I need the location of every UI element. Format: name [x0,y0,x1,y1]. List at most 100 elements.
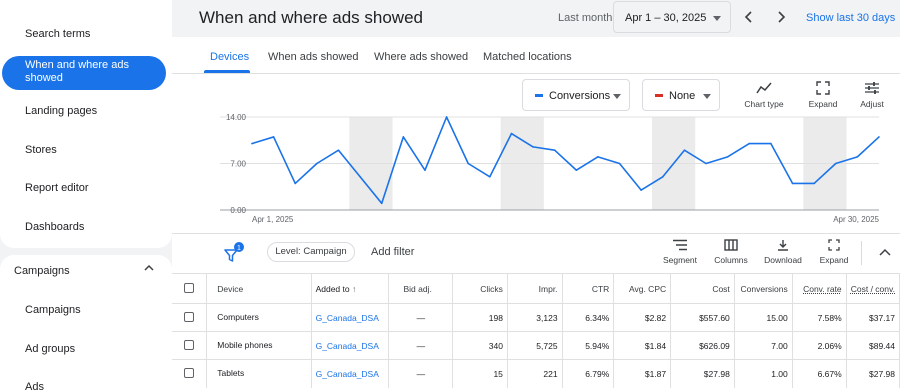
cell-bid-adj: — [388,359,454,388]
sidebar-section-campaigns[interactable]: Campaigns [14,265,70,277]
cell-conversions: 1.00 [734,359,793,388]
chevron-right-icon[interactable] [775,10,787,24]
col-header-bid-adj[interactable]: Bid adj. [388,273,454,304]
cell-impr: 221 [507,359,563,388]
col-header-conv-rate[interactable]: Conv. rate [792,273,847,304]
sidebar-item-stores[interactable]: Stores [25,144,57,156]
chevron-left-icon[interactable] [743,10,755,24]
chart-adjust-button[interactable]: Adjust [849,81,895,109]
col-header-device[interactable]: Device [206,273,312,304]
data-point [467,162,470,165]
filter-icon: 1 [224,242,244,262]
data-point [683,149,686,152]
row-checkbox[interactable] [184,367,195,378]
data-point [705,162,707,165]
tab-when-ads-showed[interactable]: When ads showed [268,51,359,63]
tab-devices[interactable]: Devices [210,51,249,63]
cell-cost-per-conv: $27.98 [846,359,900,388]
sidebar-item-dashboards[interactable]: Dashboards [25,221,84,233]
col-header-added-to[interactable]: Added to ↑ [311,273,390,304]
sidebar-item-report-editor[interactable]: Report editor [25,182,89,194]
data-point [532,146,534,148]
cell-cost-per-conv: $89.44 [846,331,900,360]
table-expand-button[interactable]: Expand [809,239,859,265]
data-point [445,116,448,118]
col-header-impr[interactable]: Impr. [507,273,563,304]
cell-device: Mobile phones [206,331,312,360]
table-row-mobile-phones[interactable]: Mobile phones G_Canada_DSA —340 5,725 5.94% $… [172,331,900,360]
show-last-30-days-link[interactable]: Show last 30 days [806,12,895,24]
row-select-cell [172,331,208,360]
row-checkbox[interactable] [184,339,195,350]
sidebar-item-ads[interactable]: Ads [25,381,44,390]
segment-label: Segment [662,255,698,265]
columns-label: Columns [714,255,748,265]
conversions-series-line [251,116,880,205]
sidebar-item-search-terms[interactable]: Search terms [25,28,90,40]
col-header-avg-cpc[interactable]: Avg. CPC [613,273,672,304]
data-point [380,202,383,205]
table-expand-label: Expand [819,255,849,265]
table-row-computers[interactable]: Computers G_Canada_DSA —198 3,123 6.34% $2.82… [172,303,900,332]
col-header-conversions[interactable]: Conversions [734,273,793,304]
tab-where-ads-showed[interactable]: Where ads showed [374,51,468,63]
table-toolbar-divider [172,233,900,234]
add-filter-button[interactable]: Add filter [371,246,414,258]
columns-button[interactable]: Columns [706,239,756,265]
table-row-tablets[interactable]: Tablets G_Canada_DSA —15 221 6.79% $1.87 $27.9… [172,359,900,388]
col-header-clicks[interactable]: Clicks [452,273,508,304]
sidebar-reports-card: Search terms When and where ads showed L… [0,0,172,248]
filter-button[interactable]: 1 [223,242,245,264]
select-all-checkbox[interactable] [184,282,195,293]
chart-type-button[interactable]: Chart type [741,81,787,109]
col-header-ctr[interactable]: CTR [562,273,615,304]
cell-avg-cpc: $1.84 [613,331,672,360]
secondary-metric-selector[interactable]: None [642,79,720,111]
col-header-added-to-label: Added to [315,283,350,294]
sort-ascending-icon: ↑ [351,283,357,294]
data-point [251,142,253,145]
cell-ctr: 6.79% [562,359,615,388]
adjust-icon [865,82,879,94]
x-end-label: Apr 30, 2025 [833,215,879,224]
expand-icon [828,239,840,251]
series-color-swatch [655,94,663,97]
cell-impr: 3,123 [507,303,563,332]
sidebar: Search terms When and where ads showed L… [0,0,172,390]
chart-adjust-label: Adjust [860,99,884,109]
primary-metric-selector[interactable]: Conversions [522,79,630,111]
dropdown-caret-icon [713,16,721,21]
col-header-cost[interactable]: Cost [670,273,735,304]
level-chip[interactable]: Level: Campaign [267,242,355,262]
chart-expand-button[interactable]: Expand [800,81,846,109]
cell-avg-cpc: $1.87 [613,359,672,388]
sidebar-item-campaigns[interactable]: Campaigns [25,304,81,316]
sidebar-item-landing-pages[interactable]: Landing pages [25,105,97,117]
cell-bid-adj: — [388,303,454,332]
data-point [834,162,837,165]
data-point [424,169,426,171]
row-checkbox[interactable] [184,311,195,322]
y-tick-label: 7.00 [230,160,246,169]
data-point [316,162,318,165]
segment-button[interactable]: Segment [655,239,705,265]
cell-impr: 5,725 [507,331,563,360]
cell-added-to[interactable]: G_Canada_DSA [311,303,390,332]
chevron-up-icon[interactable] [143,262,155,274]
download-button[interactable]: Download [758,239,808,265]
col-header-cost-per-conv[interactable]: Cost / conv. [846,273,900,304]
download-label: Download [764,255,802,265]
sidebar-item-when-and-where[interactable]: When and where ads showed [2,56,166,90]
date-range-picker[interactable]: Apr 1 – 30, 2025 [613,1,731,33]
secondary-metric-label: None [669,90,696,102]
cell-added-to[interactable]: G_Canada_DSA [311,331,390,360]
cell-clicks: 198 [452,303,508,332]
sidebar-item-ad-groups[interactable]: Ad groups [25,343,75,355]
chevron-up-icon[interactable] [878,247,892,257]
chart-type-icon [756,82,772,94]
col-header-conv-rate-label: Conv. rate [803,283,842,294]
cell-added-to[interactable]: G_Canada_DSA [311,359,390,388]
cell-device: Computers [206,303,312,332]
tab-matched-locations[interactable]: Matched locations [483,51,572,63]
data-point [770,142,772,145]
